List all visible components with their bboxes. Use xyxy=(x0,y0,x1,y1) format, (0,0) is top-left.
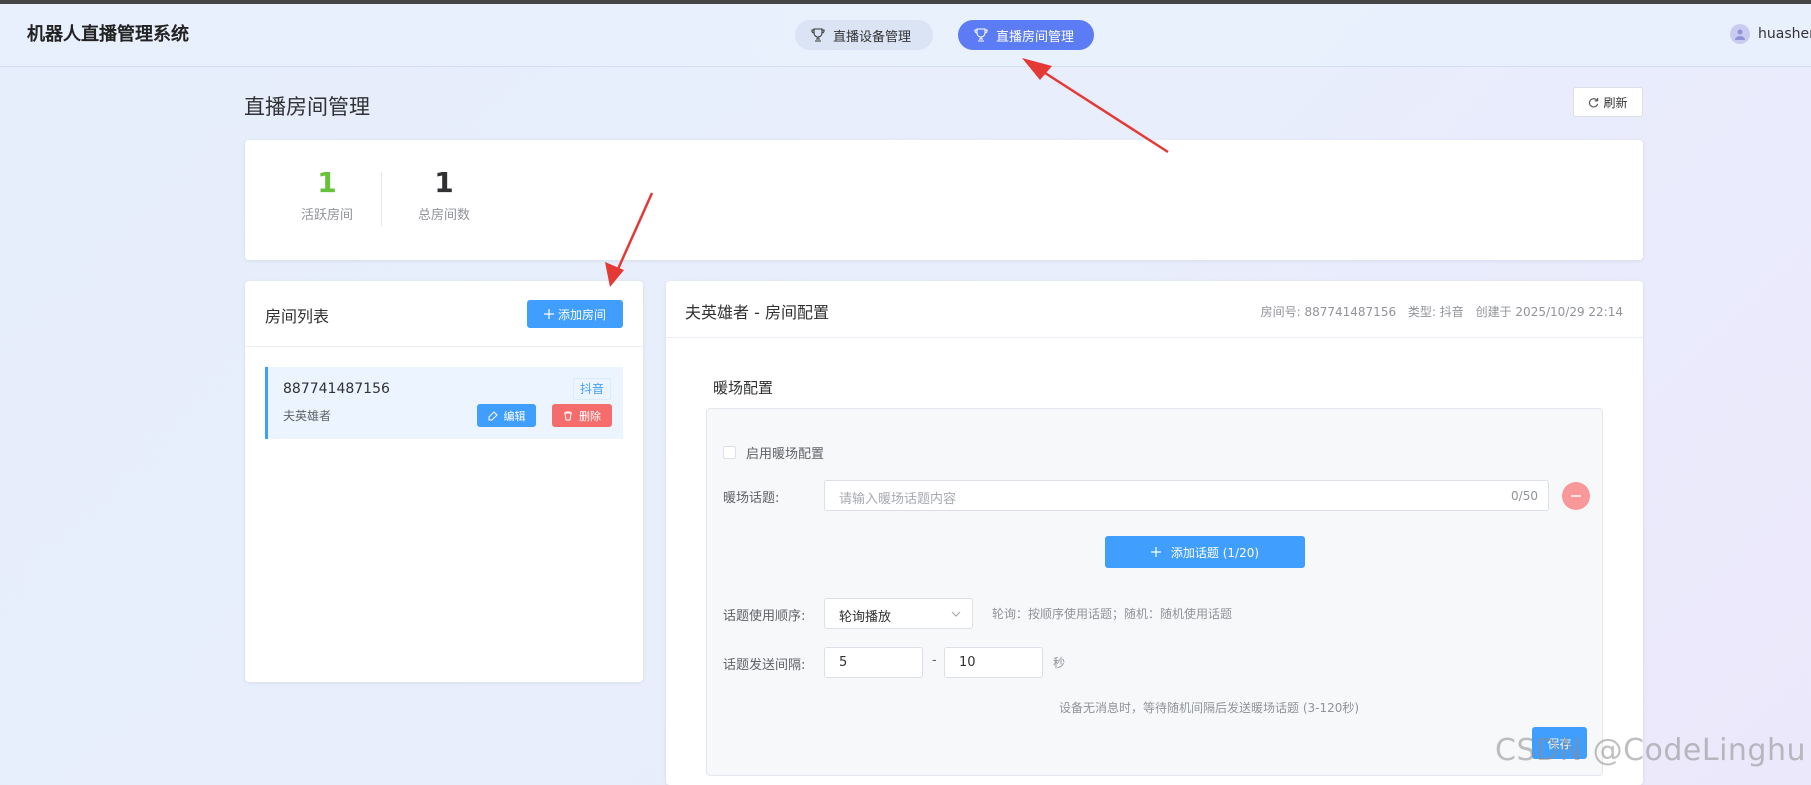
platform-tag: 抖音 xyxy=(573,378,612,400)
room-list-title: 房间列表 xyxy=(265,307,330,326)
room-list-item[interactable]: 887741487156 夫英雄者 抖音 编辑 删除 xyxy=(265,367,623,439)
room-created-time: 创建于 2025/10/29 22:14 xyxy=(1475,305,1623,319)
room-config-card: 夫英雄者 - 房间配置 房间号: 887741487156 类型: 抖音 创建于… xyxy=(666,281,1643,785)
edit-icon xyxy=(488,410,498,420)
app-title: 机器人直播管理系统 xyxy=(27,24,189,45)
topic-order-select[interactable]: 轮询播放 xyxy=(824,598,973,629)
room-name: 夫英雄者 xyxy=(283,409,332,423)
stat-label: 总房间数 xyxy=(417,208,470,223)
room-config-header: 夫英雄者 - 房间配置 房间号: 887741487156 类型: 抖音 创建于… xyxy=(666,281,1643,338)
edit-label: 编辑 xyxy=(503,409,526,423)
nav-tab-device-management[interactable]: 直播设备管理 xyxy=(795,20,933,50)
room-config-meta: 房间号: 887741487156 类型: 抖音 创建于 2025/10/29 … xyxy=(1253,303,1623,320)
plus-icon xyxy=(543,309,554,319)
chevron-down-icon xyxy=(951,611,961,617)
room-config-title: 夫英雄者 - 房间配置 xyxy=(685,303,829,322)
stat-label: 活跃房间 xyxy=(300,208,353,223)
room-id: 887741487156 xyxy=(283,381,390,397)
minus-icon xyxy=(1571,495,1581,497)
add-room-button[interactable]: 添加房间 xyxy=(527,300,623,328)
room-type: 类型: 抖音 xyxy=(1407,305,1464,319)
interval-hint: 设备无消息时，等待随机间隔后发送暖场话题 (3-120秒) xyxy=(1059,701,1360,715)
remove-topic-button[interactable] xyxy=(1562,482,1590,510)
interval-label: 话题发送间隔: xyxy=(723,658,806,673)
nav-tab-room-management[interactable]: 直播房间管理 xyxy=(958,20,1094,50)
nav-tab-label: 直播房间管理 xyxy=(996,29,1075,45)
room-list-header: 房间列表 添加房间 xyxy=(245,281,643,347)
enable-warmup-checkbox[interactable] xyxy=(723,446,736,459)
enable-warmup-label: 启用暖场配置 xyxy=(746,447,825,462)
interval-min-input[interactable]: 5 xyxy=(824,647,923,678)
delete-room-button[interactable]: 删除 xyxy=(552,404,612,427)
stat-value: 1 xyxy=(317,166,337,199)
topic-char-count: 0/50 xyxy=(1511,489,1538,503)
order-label: 话题使用顺序: xyxy=(723,609,806,624)
edit-room-button[interactable]: 编辑 xyxy=(477,404,536,427)
plus-icon xyxy=(1150,547,1161,557)
warmup-config-panel: 启用暖场配置 暖场话题: 请输入暖场话题内容 0/50 添加话题 (1/20) … xyxy=(706,408,1603,776)
interval-max-input[interactable]: 10 xyxy=(944,647,1043,678)
stat-value: 1 xyxy=(434,166,454,199)
user-avatar-icon xyxy=(1730,24,1750,44)
room-list-card: 房间列表 添加房间 887741487156 夫英雄者 抖音 编辑 删除 xyxy=(245,281,643,682)
delete-label: 删除 xyxy=(579,409,601,423)
warmup-section-title: 暖场配置 xyxy=(713,379,774,397)
stats-card: 1 活跃房间 1 总房间数 xyxy=(245,140,1643,260)
topic-label: 暖场话题: xyxy=(723,491,780,506)
interval-min-value: 5 xyxy=(839,655,848,670)
page-title: 直播房间管理 xyxy=(244,95,370,119)
interval-separator: - xyxy=(932,653,937,668)
trophy-icon xyxy=(974,28,988,42)
interval-unit: 秒 xyxy=(1053,656,1066,670)
refresh-icon xyxy=(1589,97,1599,107)
nav-tab-label: 直播设备管理 xyxy=(833,29,912,45)
room-number: 房间号: 887741487156 xyxy=(1260,305,1397,319)
user-name: huashen xyxy=(1758,26,1811,42)
interval-max-value: 10 xyxy=(959,655,976,670)
enable-warmup-checkbox-row[interactable]: 启用暖场配置 xyxy=(723,443,824,462)
trash-icon xyxy=(564,411,572,420)
add-topic-button[interactable]: 添加话题 (1/20) xyxy=(1105,536,1305,568)
refresh-button[interactable]: 刷新 xyxy=(1573,87,1643,117)
annotation-arrow xyxy=(1022,58,1169,154)
warmup-topic-input[interactable]: 请输入暖场话题内容 0/50 xyxy=(824,480,1549,511)
add-topic-label: 添加话题 (1/20) xyxy=(1170,545,1260,560)
watermark: CSDN @CodeLinghu xyxy=(1495,733,1807,768)
refresh-label: 刷新 xyxy=(1603,95,1628,110)
trophy-icon xyxy=(811,28,825,42)
add-room-label: 添加房间 xyxy=(557,307,606,322)
order-hint: 轮询：按顺序使用话题；随机：随机使用话题 xyxy=(992,607,1233,621)
stat-total-rooms: 1 总房间数 xyxy=(384,166,504,223)
topic-placeholder: 请输入暖场话题内容 xyxy=(839,492,957,507)
topic-order-value: 轮询播放 xyxy=(839,610,892,625)
stat-divider xyxy=(381,172,382,226)
user-menu[interactable]: huashen xyxy=(1730,24,1811,44)
stat-active-rooms: 1 活跃房间 xyxy=(267,166,387,223)
